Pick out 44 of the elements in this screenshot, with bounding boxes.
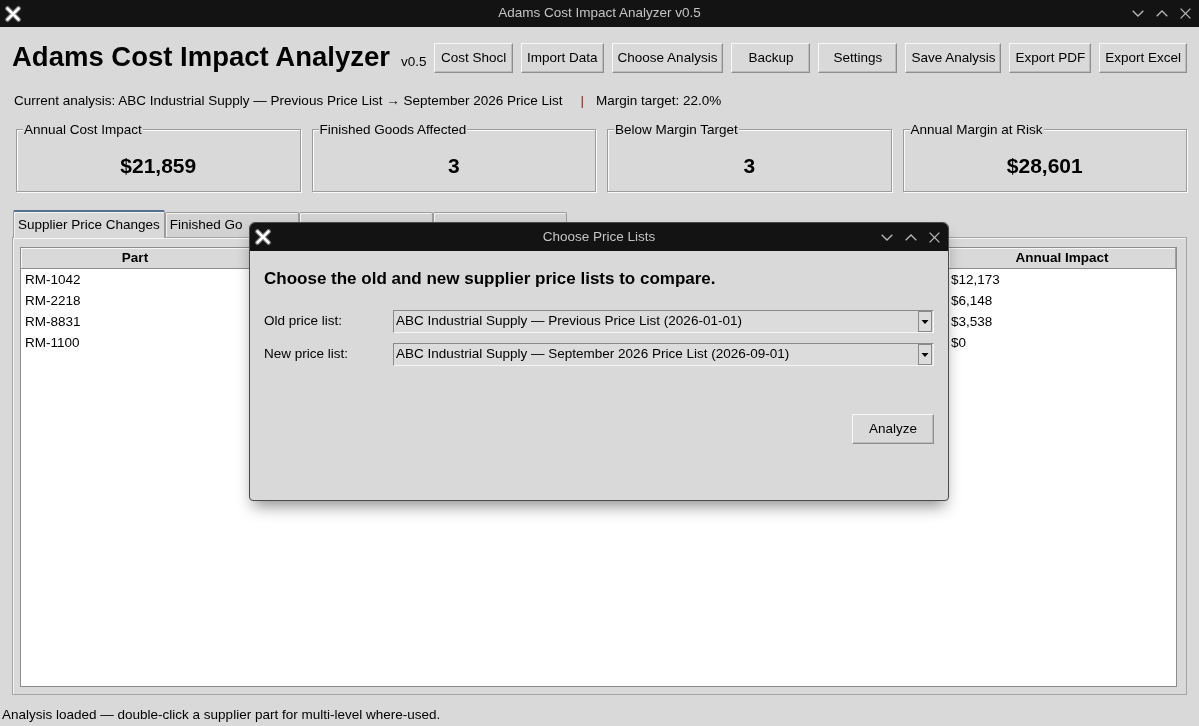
kpi-value: $21,859 (120, 153, 197, 179)
x-icon (254, 228, 272, 246)
version-label: v0.5 (401, 53, 427, 72)
toolbar-button[interactable]: Settings (818, 43, 898, 73)
toolbar-button[interactable]: Export PDF (1009, 43, 1092, 73)
window-title: Choose Price Lists (542, 227, 656, 246)
table-cell-text: $3,538 (950, 314, 993, 329)
table-cell-text: $6,148 (950, 293, 993, 308)
table-cell-text: $12,173 (950, 272, 1000, 287)
toolbar-button[interactable]: Import Data (521, 43, 604, 73)
tab[interactable]: Supplier Price Changes (13, 210, 165, 238)
separator-text: | (580, 91, 584, 110)
table-cell-text: $0 (950, 335, 967, 350)
minimize-icon[interactable] (881, 233, 893, 241)
table-cell-text: RM-8831 (24, 314, 81, 329)
toolbar-button[interactable]: Choose Analysis (611, 43, 724, 73)
dropdown-field[interactable]: ABC Industrial Supply — Previous Price List (2026-01-01) (393, 310, 934, 333)
close-icon[interactable] (1180, 8, 1191, 19)
x-icon (4, 4, 22, 23)
table-cell-text: RM-1100 (24, 335, 80, 350)
toolbar-button[interactable]: Save Analysis (905, 43, 1002, 73)
kpi-value: 3 (447, 153, 460, 179)
status-text: Analysis loaded — double-click a supplier part for multi-level where-used. (2, 706, 441, 724)
analyze-button[interactable]: Analyze (852, 414, 934, 444)
minimize-icon[interactable] (1132, 10, 1144, 17)
toolbar-button[interactable]: Export Excel (1099, 43, 1187, 73)
column-header[interactable]: Annual Impact (949, 248, 1176, 268)
dialog-heading: Choose the old and new supplier price lists to compare. (264, 268, 717, 290)
field-label: New price list: (264, 345, 349, 364)
toolbar-button[interactable]: Backup (731, 43, 811, 73)
dropdown-field[interactable]: ABC Industrial Supply — September 2026 Price List (2026-09-01) (393, 343, 934, 366)
close-icon[interactable] (929, 231, 940, 243)
analysis-text: Current analysis: ABC Industrial Supply — Previous Price List → September 2026 Price List (14, 91, 563, 110)
app-title: Adams Cost Impact Analyzer (12, 43, 390, 71)
table-cell-text: RM-1042 (24, 272, 81, 287)
table-cell-text: RM-2218 (24, 293, 81, 308)
kpi-value: $28,601 (1006, 153, 1083, 179)
margin-target-text: Margin target: 22.0% (596, 91, 722, 110)
kpi-value: 3 (743, 153, 756, 179)
window-title: Adams Cost Impact Analyzer v0.5 (498, 4, 701, 23)
maximize-icon[interactable] (1156, 10, 1168, 17)
maximize-icon[interactable] (905, 233, 917, 241)
field-label: Old price list: (264, 312, 343, 331)
toolbar-button[interactable]: Cost Shocl (434, 43, 514, 73)
